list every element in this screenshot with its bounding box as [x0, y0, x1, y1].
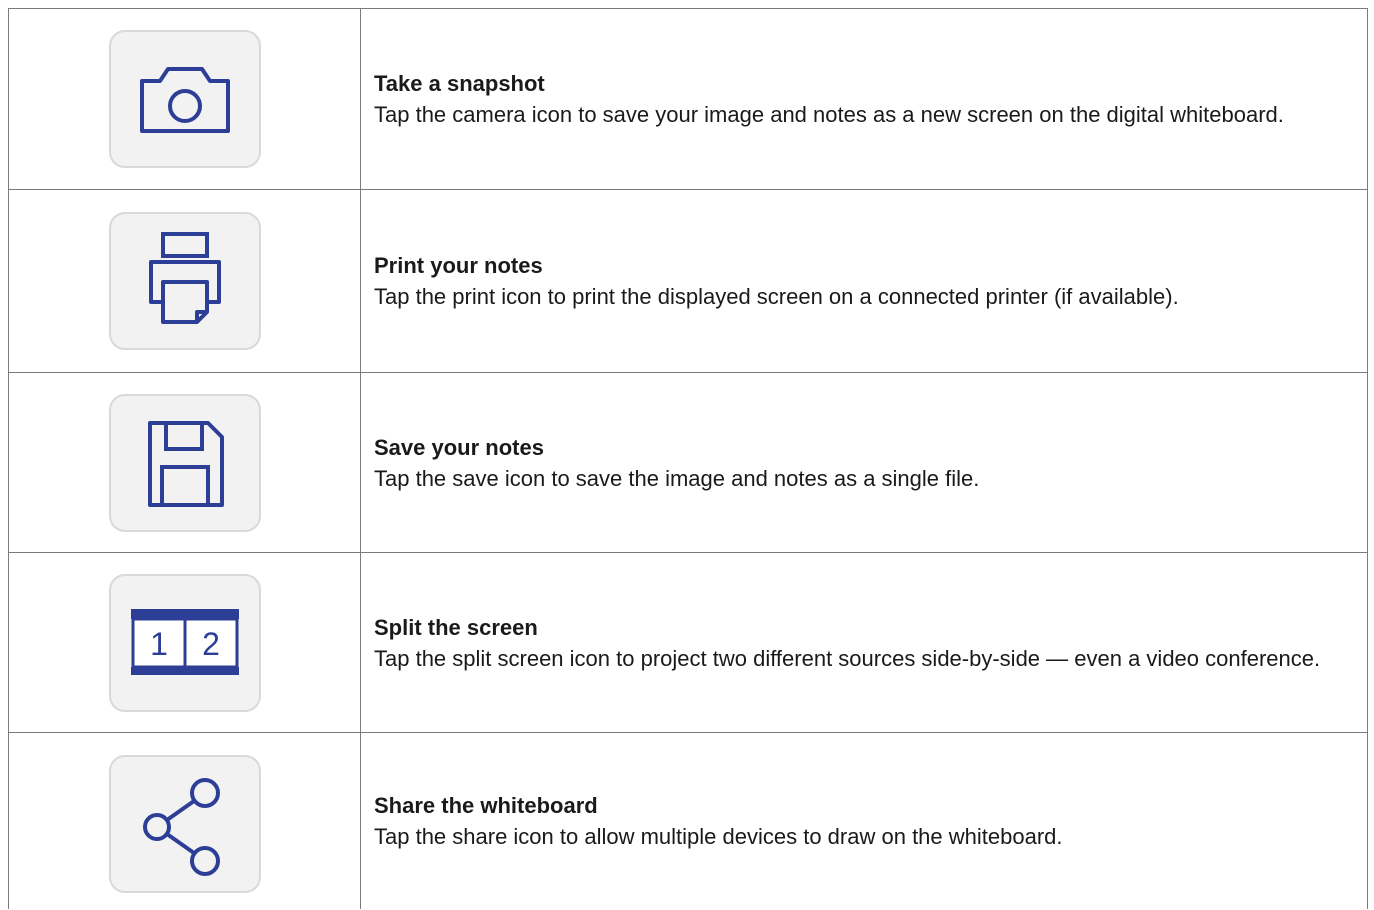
- row-title: Print your notes: [374, 253, 543, 278]
- description-cell: Print your notes Tap the print icon to p…: [361, 190, 1367, 372]
- description-cell: Share the whiteboard Tap the share icon …: [361, 733, 1367, 909]
- save-button[interactable]: [108, 393, 261, 532]
- row-description: Tap the share icon to allow multiple dev…: [374, 824, 1063, 849]
- share-icon: [142, 778, 220, 876]
- snapshot-button[interactable]: [108, 30, 261, 168]
- row-title: Save your notes: [374, 434, 544, 460]
- description-cell: Split the screen Tap the split screen ic…: [361, 553, 1367, 732]
- split-screen-button[interactable]: 1 2: [108, 573, 261, 712]
- row-title: Take a snapshot: [374, 71, 545, 96]
- camera-icon: [139, 67, 230, 133]
- share-button[interactable]: [108, 755, 261, 893]
- floppy-disk-icon: [147, 420, 224, 507]
- printer-icon: [148, 232, 221, 324]
- row-title: Share the whiteboard: [374, 793, 598, 818]
- split-screen-icon: 1 2: [130, 608, 239, 675]
- icon-cell: [9, 190, 361, 372]
- table-row: Save your notes Tap the save icon to sav…: [8, 373, 1368, 553]
- row-description: Tap the print icon to print the displaye…: [374, 284, 1179, 309]
- feature-table: Take a snapshot Tap the camera icon to s…: [8, 8, 1368, 909]
- table-row: 1 2 Split the screen Tap the split scree…: [8, 553, 1368, 733]
- row-description: Tap the camera icon to save your image a…: [374, 102, 1284, 127]
- icon-cell: [9, 373, 361, 552]
- split-pane-label-1: 1: [150, 626, 168, 662]
- icon-cell: [9, 9, 361, 189]
- description-cell: Take a snapshot Tap the camera icon to s…: [361, 9, 1367, 189]
- description-cell: Save your notes Tap the save icon to sav…: [361, 373, 1367, 552]
- table-row: Take a snapshot Tap the camera icon to s…: [8, 9, 1368, 190]
- table-row: Print your notes Tap the print icon to p…: [8, 190, 1368, 373]
- icon-cell: 1 2: [9, 553, 361, 732]
- split-pane-label-2: 2: [202, 626, 220, 662]
- print-button[interactable]: [108, 212, 261, 350]
- icon-cell: [9, 733, 361, 909]
- row-title: Split the screen: [374, 614, 538, 640]
- row-description: Tap the split screen icon to project two…: [374, 645, 1321, 671]
- row-description: Tap the save icon to save the image and …: [374, 465, 980, 491]
- table-row: Share the whiteboard Tap the share icon …: [8, 733, 1368, 909]
